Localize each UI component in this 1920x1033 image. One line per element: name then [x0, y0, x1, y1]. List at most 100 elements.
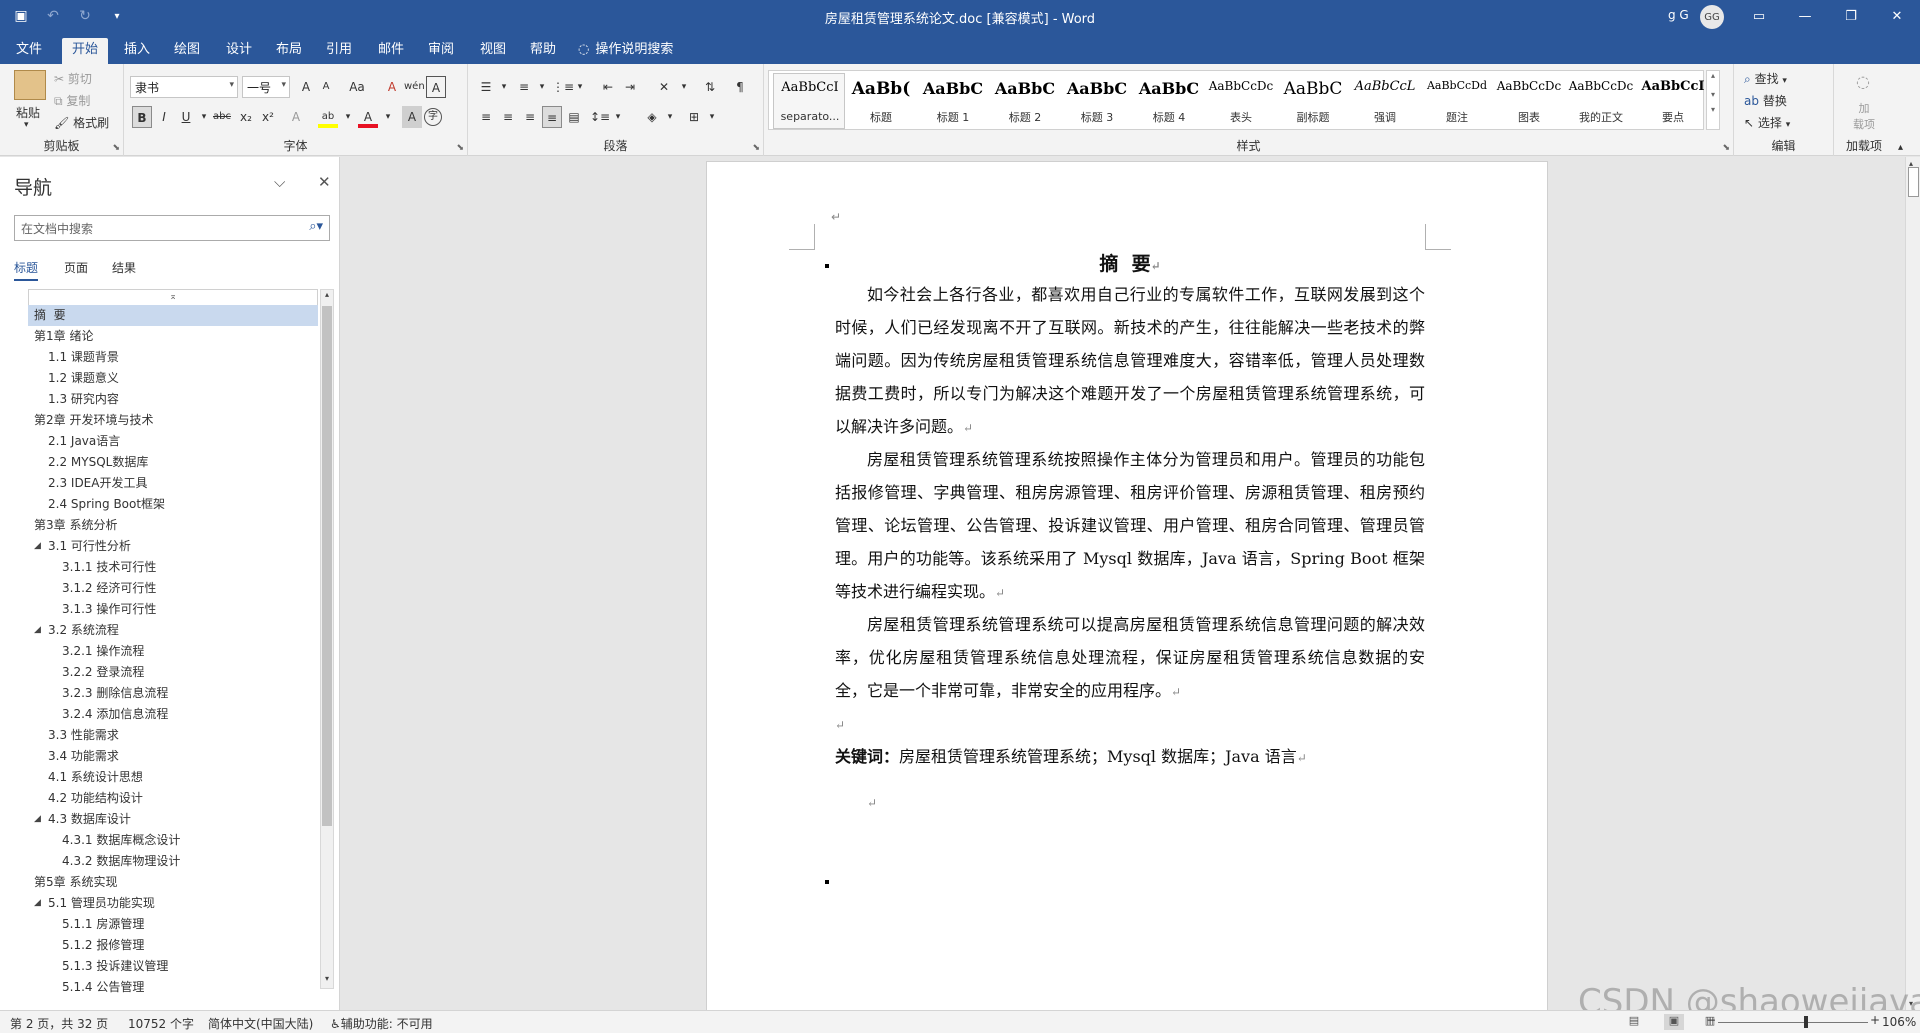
nav-heading-item[interactable]: 2.3 IDEA开发工具 [28, 473, 318, 494]
nav-heading-item[interactable]: 3.4 功能需求 [28, 746, 318, 767]
tab-file[interactable]: 文件 [6, 38, 52, 64]
style-item[interactable]: AaBbC 标题 4 [1133, 73, 1205, 129]
document-page[interactable]: ↵ 摘 要↵ 如今社会上各行各业，都喜欢用自己行业的专属软件工作，互联网发展到这… [706, 161, 1548, 1010]
nav-heading-item[interactable]: ◢第5章 系统实现 [28, 872, 318, 893]
underline-button[interactable]: U [176, 106, 196, 128]
nav-heading-item[interactable]: 2.2 MYSQL数据库 [28, 452, 318, 473]
close-icon[interactable]: ✕ [318, 173, 331, 191]
chevron-down-icon[interactable]: ▾ [229, 80, 234, 90]
chevron-down-icon[interactable]: ⌵ [274, 173, 285, 191]
zoom-slider[interactable] [1718, 1022, 1868, 1023]
addins-button[interactable]: 加 载项 [1846, 100, 1882, 132]
paste-button[interactable]: 粘贴 [16, 104, 40, 121]
keywords-paragraph[interactable]: 关键词：房屋租赁管理系统管理系统；Mysql 数据库；Java 语言↵ [835, 740, 1425, 775]
font-launcher-icon[interactable]: ⬊ [456, 143, 464, 153]
expand-triangle-icon[interactable]: ◢ [34, 809, 41, 830]
sort-icon[interactable]: ⇅ [700, 76, 720, 98]
empty-paragraph[interactable]: ↵ [835, 707, 1425, 742]
paste-dropdown-icon[interactable]: ▾ [24, 120, 29, 130]
abstract-paragraph[interactable]: 房屋租赁管理系统管理系统按照操作主体分为管理员和用户。管理员的功能包括报修管理、… [835, 443, 1425, 610]
nav-heading-item[interactable]: 3.2.3 删除信息流程 [28, 683, 318, 704]
nav-heading-item[interactable]: 3.3 性能需求 [28, 725, 318, 746]
collapse-ribbon-icon[interactable]: ▴ [1898, 142, 1903, 153]
nav-scrollbar[interactable]: ▴ ▾ [320, 289, 334, 989]
borders-icon[interactable]: ⊞ [684, 106, 704, 128]
nav-heading-item[interactable]: ◢ 5.1 管理员功能实现 [28, 893, 318, 914]
ribbon-display-options-icon[interactable]: ▭ [1736, 0, 1782, 32]
tab-help[interactable]: 帮助 [520, 38, 566, 64]
line-spacing-dropdown-icon[interactable]: ▾ [608, 106, 628, 128]
style-item[interactable]: AaBbC 标题 1 [917, 73, 989, 129]
tab-home[interactable]: 开始 [62, 38, 109, 64]
nav-heading-item[interactable]: ◢第2章 开发环境与技术 [28, 410, 318, 431]
phonetic-guide-icon[interactable]: wén [404, 76, 425, 98]
avatar[interactable]: GG [1700, 5, 1724, 29]
print-layout-icon[interactable]: ▣ [1664, 1014, 1684, 1030]
nav-heading-item[interactable]: 1.3 研究内容 [28, 389, 318, 410]
scroll-down-icon[interactable]: ▾ [321, 974, 333, 988]
chinese-layout-icon[interactable]: ✕ [654, 76, 674, 98]
font-color-dropdown-icon[interactable]: ▾ [378, 106, 398, 128]
tab-insert[interactable]: 插入 [114, 38, 160, 64]
nav-heading-item[interactable]: ◢ 3.2 系统流程 [28, 620, 318, 641]
nav-heading-item[interactable]: 摘 要 [28, 305, 318, 326]
style-item[interactable]: AaBbCcI separato... [773, 73, 845, 129]
bullets-dropdown-icon[interactable]: ▾ [494, 76, 514, 98]
style-item[interactable]: AaBbCcDc 我的正文 [1565, 73, 1637, 129]
nav-heading-item[interactable]: 2.4 Spring Boot框架 [28, 494, 318, 515]
tab-layout[interactable]: 布局 [266, 38, 312, 64]
font-name-combo[interactable]: 隶书 ▾ [130, 76, 238, 98]
align-left-icon[interactable]: ≡ [476, 106, 496, 128]
chevron-up-icon[interactable]: ▴ [1707, 71, 1719, 80]
paste-icon[interactable] [14, 70, 46, 100]
decrease-indent-icon[interactable]: ⇤ [598, 76, 618, 98]
grow-font-icon[interactable]: A [296, 76, 316, 98]
empty-paragraph[interactable]: ↵ [835, 785, 1425, 820]
accessibility-status[interactable]: ♿辅助功能: 不可用 [330, 1015, 433, 1032]
language-status[interactable]: 简体中文(中国大陆) [208, 1015, 313, 1032]
font-color-icon[interactable]: A [358, 106, 378, 128]
abstract-paragraph[interactable]: 房屋租赁管理系统管理系统可以提高房屋租赁管理系统信息管理问题的解决效率，优化房屋… [835, 608, 1425, 709]
paragraph-launcher-icon[interactable]: ⬊ [752, 143, 760, 153]
style-item[interactable]: AaBb(标题 [845, 73, 917, 129]
nav-heading-item[interactable]: 1.2 课题意义 [28, 368, 318, 389]
nav-heading-item[interactable]: 5.1.1 房源管理 [28, 914, 318, 935]
replace-button[interactable]: ab 替换 [1744, 92, 1787, 109]
justify-icon[interactable]: ≡ [542, 106, 562, 128]
align-center-icon[interactable]: ≡ [498, 106, 518, 128]
underline-dropdown-icon[interactable]: ▾ [194, 106, 214, 128]
read-mode-icon[interactable]: ▤ [1624, 1014, 1644, 1030]
scroll-thumb[interactable] [1908, 167, 1919, 197]
tab-pages[interactable]: 页面 [64, 259, 88, 276]
superscript-button[interactable]: x² [258, 106, 278, 128]
document-scrollbar[interactable]: ▴ ▾ [1905, 157, 1920, 1010]
zoom-out-icon[interactable]: − [1706, 1013, 1716, 1027]
nav-heading-item[interactable]: 5.1.2 报修管理 [28, 935, 318, 956]
format-painter-button[interactable]: 🖌 格式刷 [54, 114, 109, 131]
nav-heading-item[interactable]: 3.1.3 操作可行性 [28, 599, 318, 620]
nav-heading-item[interactable]: 3.2.2 登录流程 [28, 662, 318, 683]
highlight-icon[interactable]: ab [318, 106, 338, 128]
nav-heading-item[interactable]: 5.1.4 公告管理 [28, 977, 318, 997]
tell-me-search[interactable]: ◌ 操作说明搜索 [578, 38, 673, 62]
styles-gallery-scroll[interactable]: ▴ ▾ ▾ [1706, 70, 1720, 130]
nav-heading-item[interactable]: 4.3.2 数据库物理设计 [28, 851, 318, 872]
increase-indent-icon[interactable]: ⇥ [620, 76, 640, 98]
change-case-icon[interactable]: Aa [342, 76, 372, 98]
expand-triangle-icon[interactable]: ◢ [34, 620, 41, 641]
italic-button[interactable]: I [154, 106, 174, 128]
character-border-icon[interactable]: A [426, 76, 446, 98]
chevron-down-icon[interactable]: ▾ [281, 80, 286, 90]
shrink-font-icon[interactable]: A [316, 76, 336, 98]
clipboard-launcher-icon[interactable]: ⬊ [112, 143, 120, 153]
tab-mailings[interactable]: 邮件 [368, 38, 414, 64]
nav-heading-item[interactable]: 5.1.3 投诉建议管理 [28, 956, 318, 977]
nav-heading-item[interactable]: 1.1 课题背景 [28, 347, 318, 368]
nav-heading-item[interactable]: ◢第3章 系统分析 [28, 515, 318, 536]
zoom-in-icon[interactable]: + [1870, 1013, 1880, 1027]
style-item[interactable]: AaBbCcDd 题注 [1421, 73, 1493, 129]
style-item[interactable]: AaBbC 标题 2 [989, 73, 1061, 129]
enclose-characters-icon[interactable]: 字 [424, 108, 442, 126]
text-effects-icon[interactable]: A [286, 106, 306, 128]
line-spacing-icon[interactable]: ↕≡ [590, 106, 610, 128]
